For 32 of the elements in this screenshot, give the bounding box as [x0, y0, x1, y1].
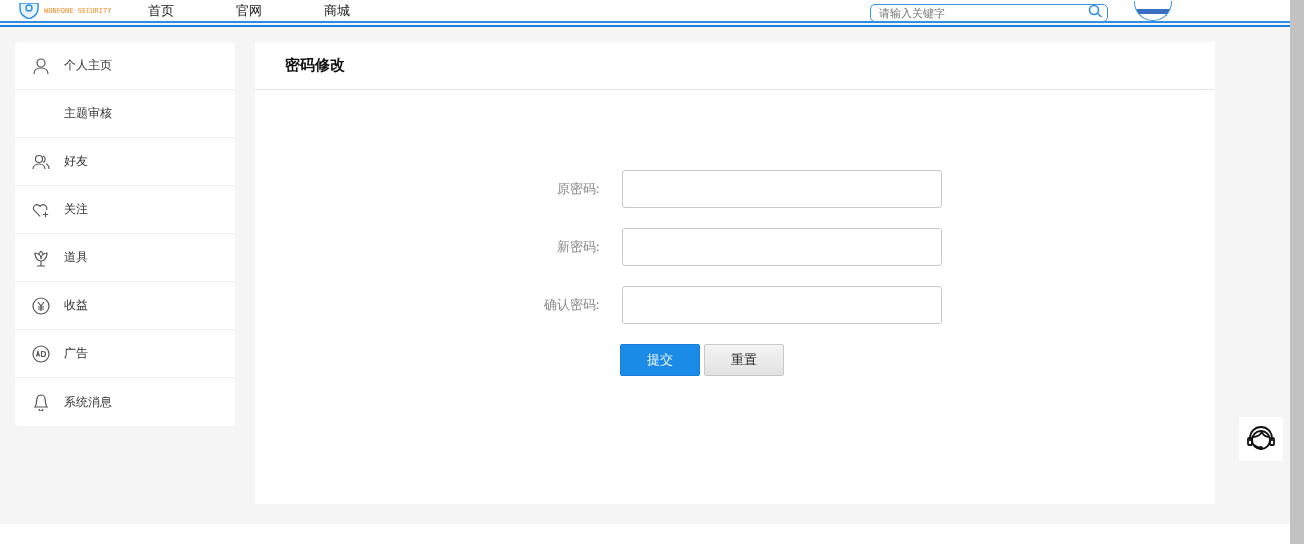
- nav-link[interactable]: 首页: [148, 1, 174, 20]
- scrollbar[interactable]: [1290, 0, 1304, 544]
- yen-icon: [32, 296, 50, 315]
- search-field[interactable]: 请输入关键字: [870, 3, 1108, 22]
- password-field[interactable]: [622, 286, 942, 324]
- password-field[interactable]: [622, 170, 942, 208]
- flower-icon: [32, 248, 50, 267]
- search-icon[interactable]: [1088, 3, 1104, 18]
- bell-icon: [33, 393, 49, 411]
- users-icon: [32, 153, 50, 170]
- ad-icon: [32, 344, 50, 363]
- field-label: 原密码:: [555, 180, 600, 198]
- nav-link[interactable]: 官网: [236, 1, 262, 20]
- headset-icon[interactable]: [1246, 425, 1276, 453]
- submit-button[interactable]: 提交: [620, 344, 700, 376]
- password-field[interactable]: [622, 228, 942, 266]
- field-label: 确认密码:: [542, 296, 600, 314]
- avatar[interactable]: [1134, 0, 1172, 21]
- sidebar-item[interactable]: 系统消息: [15, 378, 235, 426]
- sidebar-item[interactable]: 个人主页: [15, 42, 235, 90]
- reset-button[interactable]: 重置: [704, 344, 784, 376]
- sidebar-item[interactable]: 广告: [15, 330, 235, 378]
- panel-title: 密码修改: [285, 56, 345, 75]
- sidebar-item[interactable]: 道具: [15, 234, 235, 282]
- sidebar-item[interactable]: 收益: [15, 282, 235, 330]
- sidebar-item[interactable]: 主题审核: [15, 90, 235, 138]
- sidebar-item[interactable]: 关注: [15, 186, 235, 234]
- service-button[interactable]: [1239, 417, 1283, 461]
- nav-link[interactable]: 商城: [324, 1, 350, 20]
- sidebar-item[interactable]: 好友: [15, 138, 235, 186]
- user-icon: [32, 56, 50, 75]
- field-label: 新密码:: [555, 238, 600, 256]
